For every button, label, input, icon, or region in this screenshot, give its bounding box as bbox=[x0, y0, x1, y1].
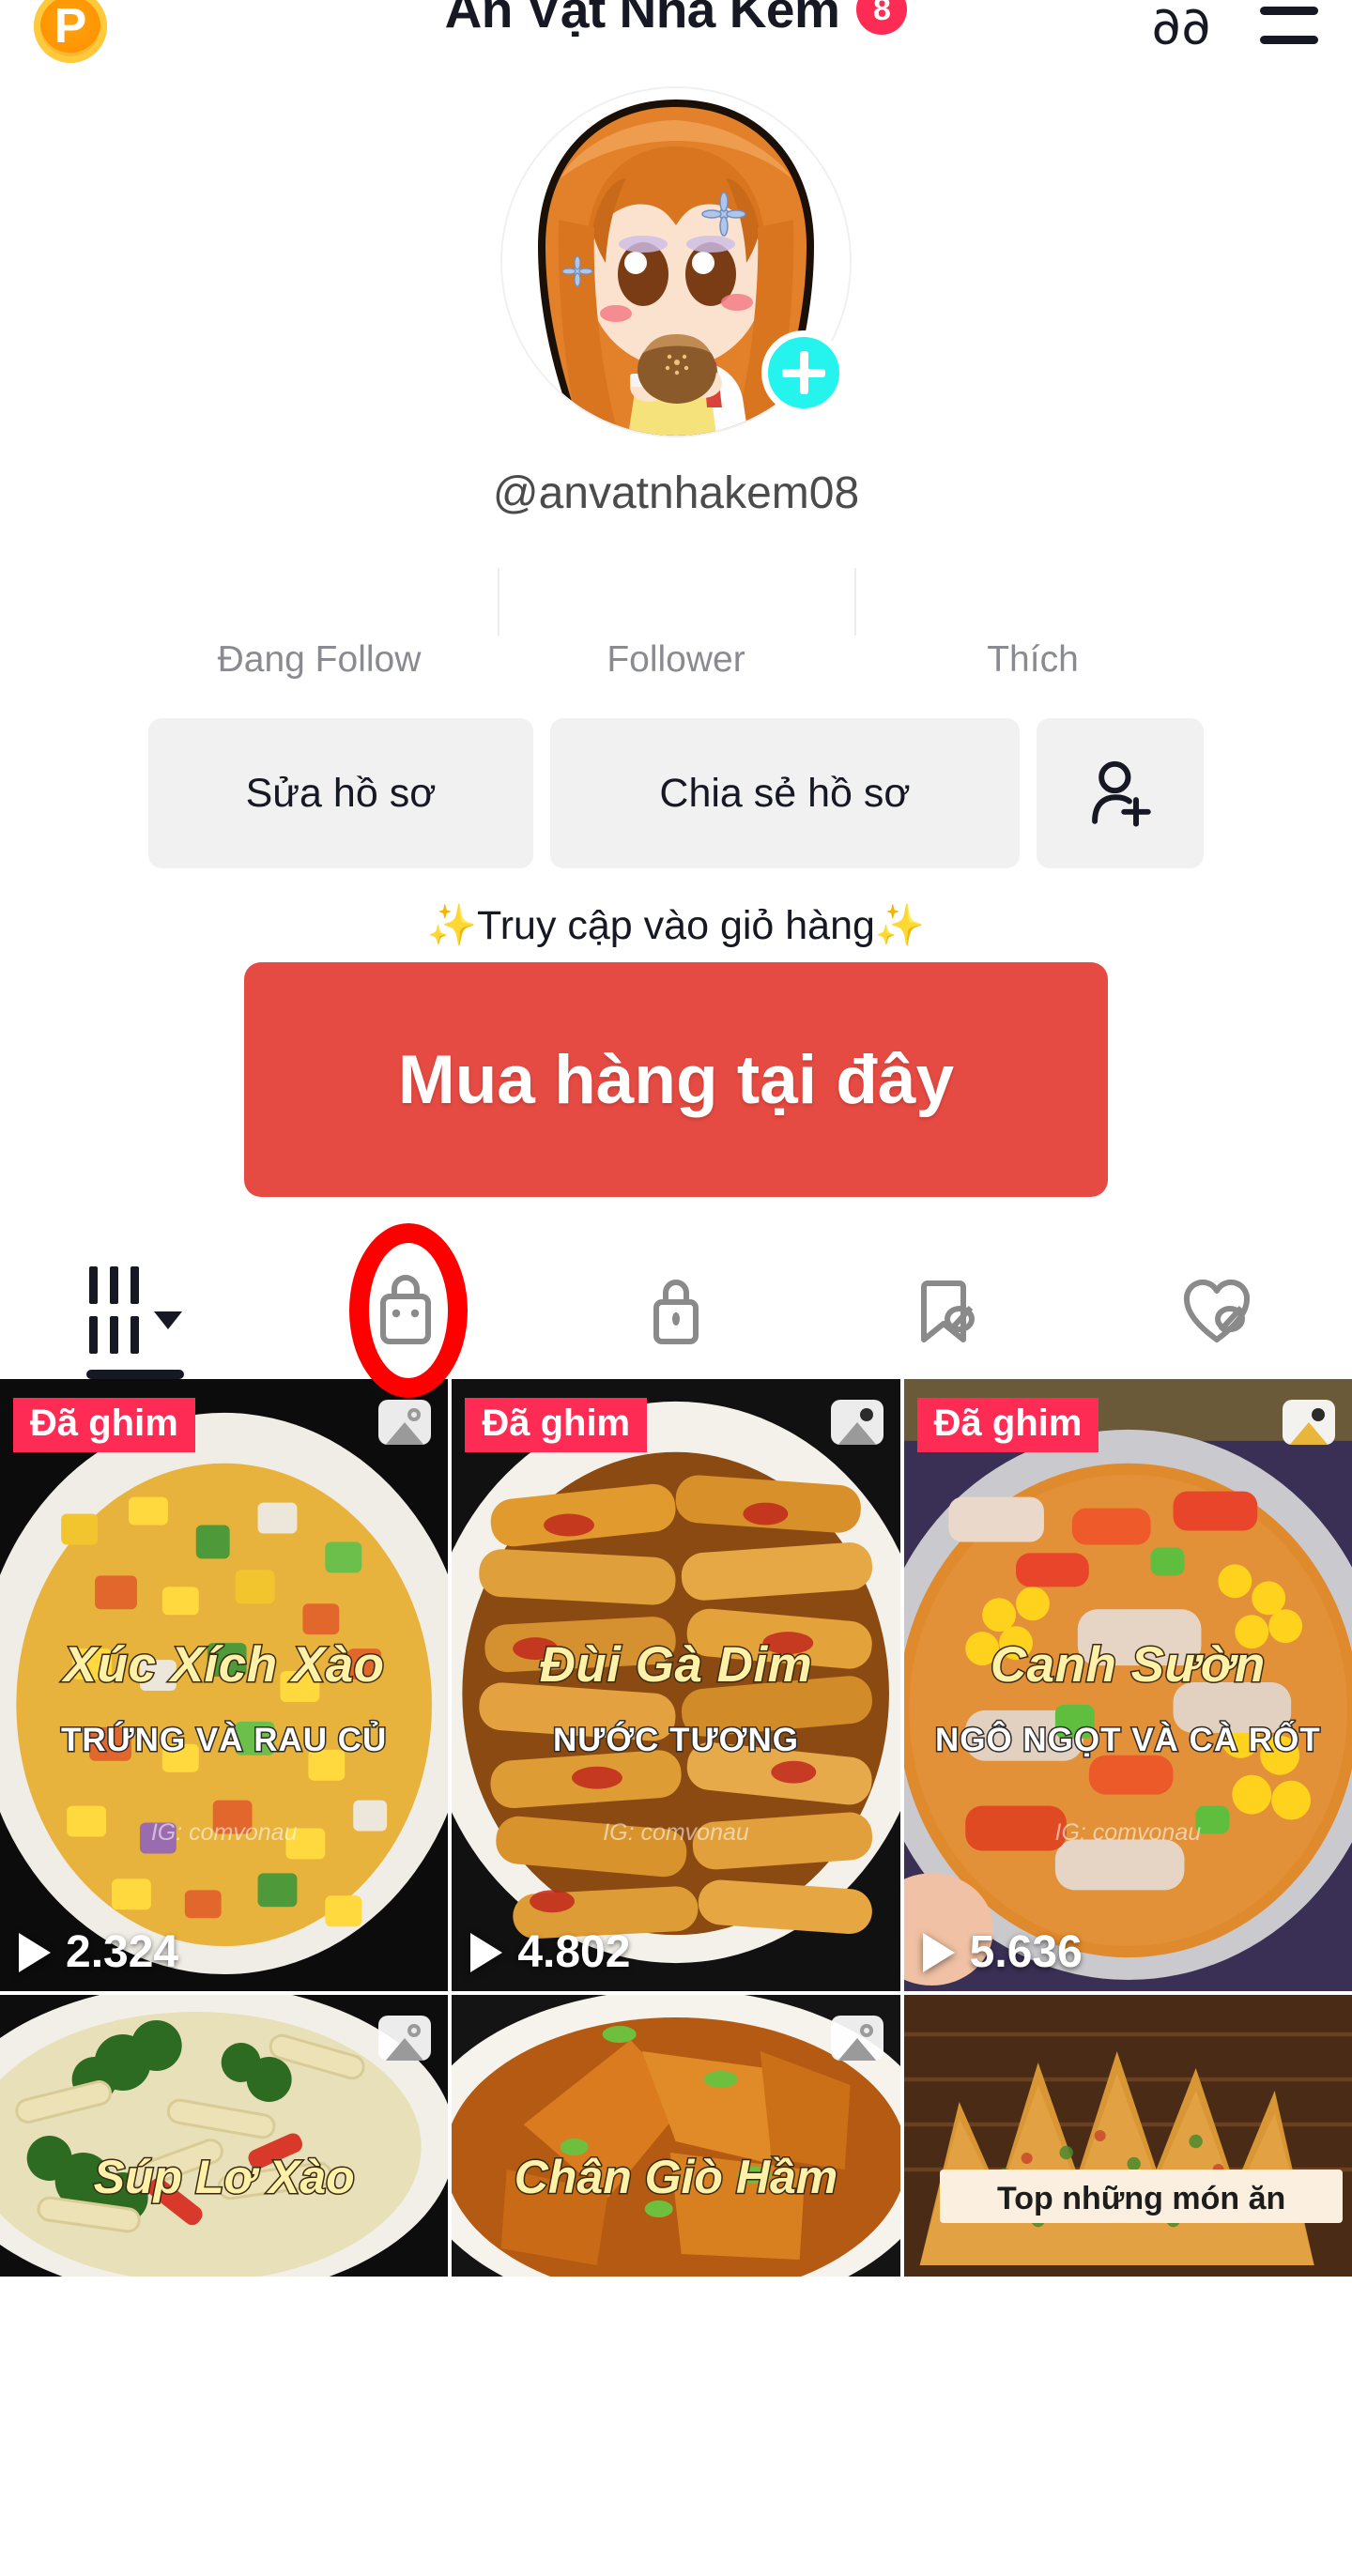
stat-following-label: Đang Follow bbox=[217, 639, 422, 680]
profile-stats: Đang Follow Follower Thích bbox=[0, 568, 1352, 681]
view-count: 5.636 bbox=[969, 1927, 1083, 1977]
video-title: Đùi Gà Dim bbox=[538, 1635, 813, 1694]
video-cell[interactable]: Đã ghim Canh Sườn NGÔ NGỌT VÀ CÀ RỐT IG:… bbox=[903, 1379, 1352, 1991]
bookmark-off-icon bbox=[921, 1280, 975, 1342]
pinned-badge: Đã ghim bbox=[916, 1398, 1099, 1452]
lock-icon bbox=[653, 1280, 699, 1344]
grid-icon bbox=[88, 1265, 139, 1354]
video-note-text: Top những món ăn bbox=[939, 2170, 1344, 2223]
stat-likes[interactable]: Thích bbox=[854, 568, 1211, 681]
title-notification-badge: 8 bbox=[856, 0, 908, 35]
shopping-bag-icon bbox=[380, 1275, 431, 1344]
video-title: Xúc Xích Xào bbox=[62, 1635, 385, 1694]
follow-plus-button[interactable] bbox=[761, 330, 846, 415]
stat-following-value bbox=[141, 572, 498, 626]
photo-stack-icon bbox=[1283, 1400, 1335, 1445]
stat-likes-value bbox=[854, 572, 1211, 626]
stat-followers-label: Follower bbox=[607, 639, 745, 680]
video-views: 4.802 bbox=[470, 1926, 630, 1978]
tab-shop[interactable] bbox=[270, 1240, 541, 1379]
header-title-group: An Vặt Nhà Kem 8 bbox=[0, 0, 1352, 39]
share-profile-button[interactable]: Chia sẻ hồ sơ bbox=[550, 718, 1020, 868]
video-grid-row-2: Súp Lơ Xào Chân Giò Hầm Top những món ăn bbox=[0, 1995, 1352, 2277]
heart-off-icon bbox=[1183, 1279, 1251, 1342]
profile-actions: Sửa hồ sơ Chia sẻ hồ sơ bbox=[0, 718, 1352, 868]
page-title: An Vặt Nhà Kem bbox=[444, 0, 840, 38]
bottom-fade-overlay bbox=[0, 2426, 1352, 2576]
play-icon bbox=[922, 1932, 955, 1972]
cta-container: Mua hàng tại đây bbox=[0, 962, 1352, 1197]
photo-stack-icon bbox=[830, 1400, 883, 1445]
chevron-down-icon bbox=[153, 1311, 182, 1329]
video-cell[interactable]: Top những món ăn bbox=[903, 1995, 1352, 2277]
stat-likes-label: Thích bbox=[987, 639, 1079, 680]
video-title: Canh Sườn bbox=[989, 1635, 1266, 1694]
video-cell[interactable]: Đã ghim Xúc Xích Xào TRỨNG VÀ RAU CỦ IG:… bbox=[0, 1379, 449, 1991]
profile-tabbar bbox=[0, 1223, 1352, 1398]
pinned-badge: Đã ghim bbox=[13, 1398, 195, 1452]
video-cell[interactable]: Súp Lơ Xào bbox=[0, 1995, 449, 2277]
video-views: 5.636 bbox=[922, 1926, 1083, 1978]
video-watermark: IG: comvonau bbox=[603, 1819, 749, 1847]
tab-videos[interactable] bbox=[0, 1240, 270, 1379]
video-cell[interactable]: Đã ghim Đùi Gà Dim NƯỚC TƯƠNG IG: comvon… bbox=[452, 1379, 900, 1991]
view-count: 4.802 bbox=[517, 1927, 631, 1977]
photo-stack-icon bbox=[378, 2016, 432, 2061]
video-subtitle: NƯỚC TƯƠNG bbox=[552, 1721, 800, 1760]
view-count: 2.324 bbox=[66, 1927, 179, 1977]
tab-private[interactable] bbox=[541, 1240, 811, 1379]
tiktok-profile-screen: P An Vặt Nhà Kem 8 99 @anvatnhakem08 Đan… bbox=[0, 0, 1352, 2576]
app-header: P An Vặt Nhà Kem 8 99 bbox=[0, 0, 1352, 66]
username[interactable]: @anvatnhakem08 bbox=[0, 468, 1352, 519]
video-thumbnail bbox=[903, 1995, 1352, 2277]
play-icon bbox=[470, 1932, 503, 1972]
stat-following[interactable]: Đang Follow bbox=[141, 572, 498, 681]
edit-profile-button[interactable]: Sửa hồ sơ bbox=[148, 718, 533, 868]
video-watermark: IG: comvonau bbox=[150, 1819, 298, 1847]
add-friend-button[interactable] bbox=[1037, 718, 1204, 868]
video-title: Chân Giò Hầm bbox=[513, 2150, 838, 2205]
play-icon bbox=[19, 1932, 51, 1972]
video-title: Súp Lơ Xào bbox=[92, 2150, 356, 2205]
video-watermark: IG: comvonau bbox=[1054, 1819, 1202, 1847]
live-count-icon[interactable]: 99 bbox=[1151, 0, 1211, 53]
video-subtitle: TRỨNG VÀ RAU CỦ bbox=[59, 1721, 388, 1760]
video-cell[interactable]: Chân Giò Hầm bbox=[452, 1995, 900, 2277]
shop-now-button[interactable]: Mua hàng tại đây bbox=[244, 962, 1108, 1197]
photo-stack-icon bbox=[378, 1400, 432, 1445]
video-grid-row-1: Đã ghim Xúc Xích Xào TRỨNG VÀ RAU CỦ IG:… bbox=[0, 1379, 1352, 1991]
stat-followers-value bbox=[498, 572, 854, 626]
bio-text: ✨Truy cập vào giỏ hàng✨ bbox=[426, 903, 926, 948]
add-person-icon bbox=[1092, 760, 1151, 827]
video-subtitle: NGÔ NGỌT VÀ CÀ RỐT bbox=[933, 1721, 1321, 1760]
stat-followers[interactable]: Follower bbox=[498, 568, 854, 681]
pinned-badge: Đã ghim bbox=[465, 1398, 648, 1452]
points-coin-icon[interactable]: P bbox=[34, 0, 107, 63]
avatar-container[interactable] bbox=[502, 88, 850, 436]
hamburger-menu-icon[interactable] bbox=[1260, 7, 1318, 44]
header-actions: 99 bbox=[1151, 0, 1318, 53]
tab-liked[interactable] bbox=[1082, 1240, 1352, 1379]
video-views: 2.324 bbox=[19, 1926, 178, 1978]
tab-saved[interactable] bbox=[811, 1240, 1082, 1379]
active-tab-underline bbox=[86, 1370, 184, 1379]
photo-stack-icon bbox=[830, 2016, 883, 2061]
